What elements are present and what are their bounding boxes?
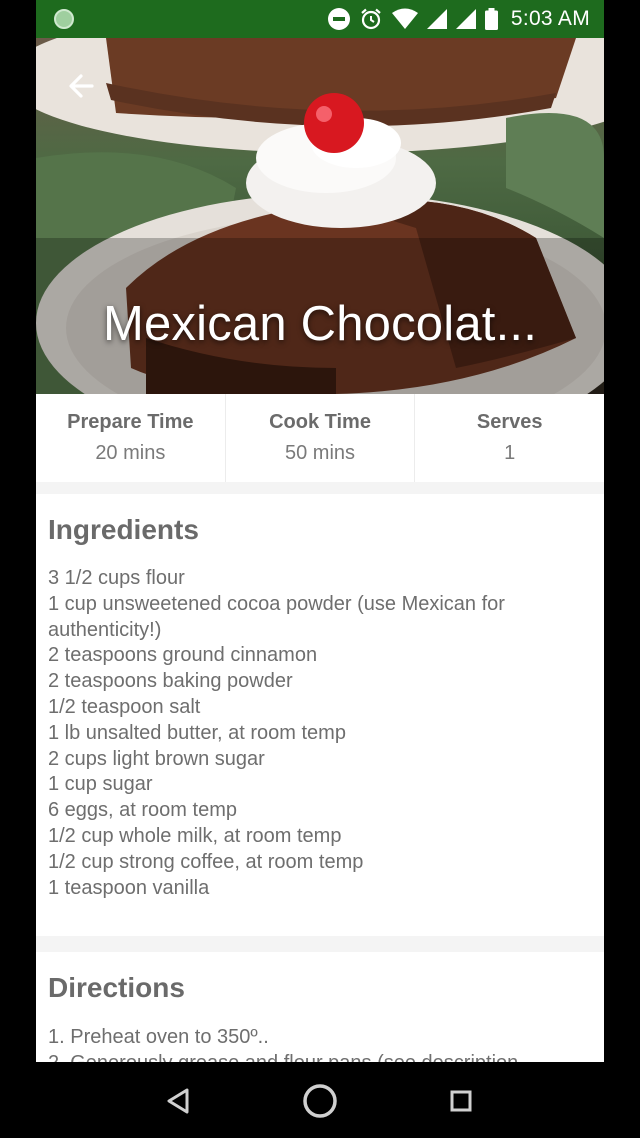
- directions-card: Directions 1. Preheat oven to 350º.. 2. …: [36, 952, 604, 1074]
- ingredient-item: 1 teaspoon vanilla: [48, 876, 210, 899]
- stat-value: 50 mins: [284, 442, 356, 464]
- directions-title: Directions: [48, 972, 185, 1003]
- notification-dot-icon: [54, 9, 74, 29]
- ingredient-item: 1 lb unsalted butter, at room temp: [48, 721, 346, 744]
- ingredients-card: Ingredients 3 1/2 cups flour 1 cup unswe…: [36, 494, 604, 936]
- ingredient-item: 1/2 teaspoon salt: [48, 695, 201, 718]
- section-divider: [36, 482, 604, 494]
- ingredients-title: Ingredients: [48, 514, 199, 545]
- ingredient-item: 1 cup unsweetened cocoa powder (use Mexi…: [48, 592, 505, 641]
- nav-recents-icon[interactable]: [439, 1079, 483, 1123]
- stat-label: Cook Time: [269, 411, 371, 433]
- navigation-bar: [0, 1062, 640, 1138]
- stat-value: 20 mins: [95, 442, 166, 464]
- recipe-hero: Mexican Chocolat...: [36, 38, 604, 394]
- signal-icon: [455, 9, 476, 29]
- ingredient-item: 1/2 cup strong coffee, at room temp: [48, 850, 364, 873]
- recipe-stats: Prepare Time 20 mins Cook Time 50 mins S…: [36, 394, 604, 482]
- ingredient-item: 2 cups light brown sugar: [48, 747, 265, 770]
- status-bar: 5:03 AM: [36, 0, 604, 38]
- nav-back-icon[interactable]: [156, 1079, 200, 1123]
- ingredients-list: 3 1/2 cups flour 1 cup unsweetened cocoa…: [36, 566, 604, 901]
- do-not-disturb-icon: [327, 8, 350, 30]
- status-time: 5:03 AM: [510, 7, 590, 30]
- ingredient-item: 1 cup sugar: [48, 773, 153, 796]
- battery-icon: [484, 8, 498, 30]
- ingredient-item: 1/2 cup whole milk, at room temp: [48, 824, 342, 847]
- stat-label: Serves: [476, 411, 543, 433]
- ingredient-item: 6 eggs, at room temp: [48, 799, 237, 822]
- stat-label: Prepare Time: [67, 411, 194, 433]
- stat-serves: Serves 1: [414, 394, 604, 482]
- ingredient-item: 3 1/2 cups flour: [48, 567, 185, 589]
- stat-prepare-time: Prepare Time 20 mins: [36, 394, 225, 482]
- stat-value: 1: [504, 442, 516, 464]
- wifi-icon: [391, 8, 418, 29]
- back-arrow-icon[interactable]: [62, 66, 102, 106]
- direction-item: 1. Preheat oven to 350º..: [48, 1026, 269, 1048]
- status-icons: 5:03 AM: [327, 0, 590, 38]
- stat-cook-time: Cook Time 50 mins: [224, 394, 415, 482]
- ingredient-item: 2 teaspoons baking powder: [48, 670, 293, 693]
- nav-home-icon[interactable]: [298, 1079, 342, 1123]
- section-divider: [36, 936, 604, 952]
- signal-icon: [426, 9, 447, 29]
- alarm-icon: [361, 8, 381, 30]
- ingredient-item: 2 teaspoons ground cinnamon: [48, 644, 318, 667]
- recipe-title: Mexican Chocolat...: [102, 297, 538, 351]
- app-screen: 5:03 AM Mexican Chocolat... Prepare Time…: [36, 0, 604, 1138]
